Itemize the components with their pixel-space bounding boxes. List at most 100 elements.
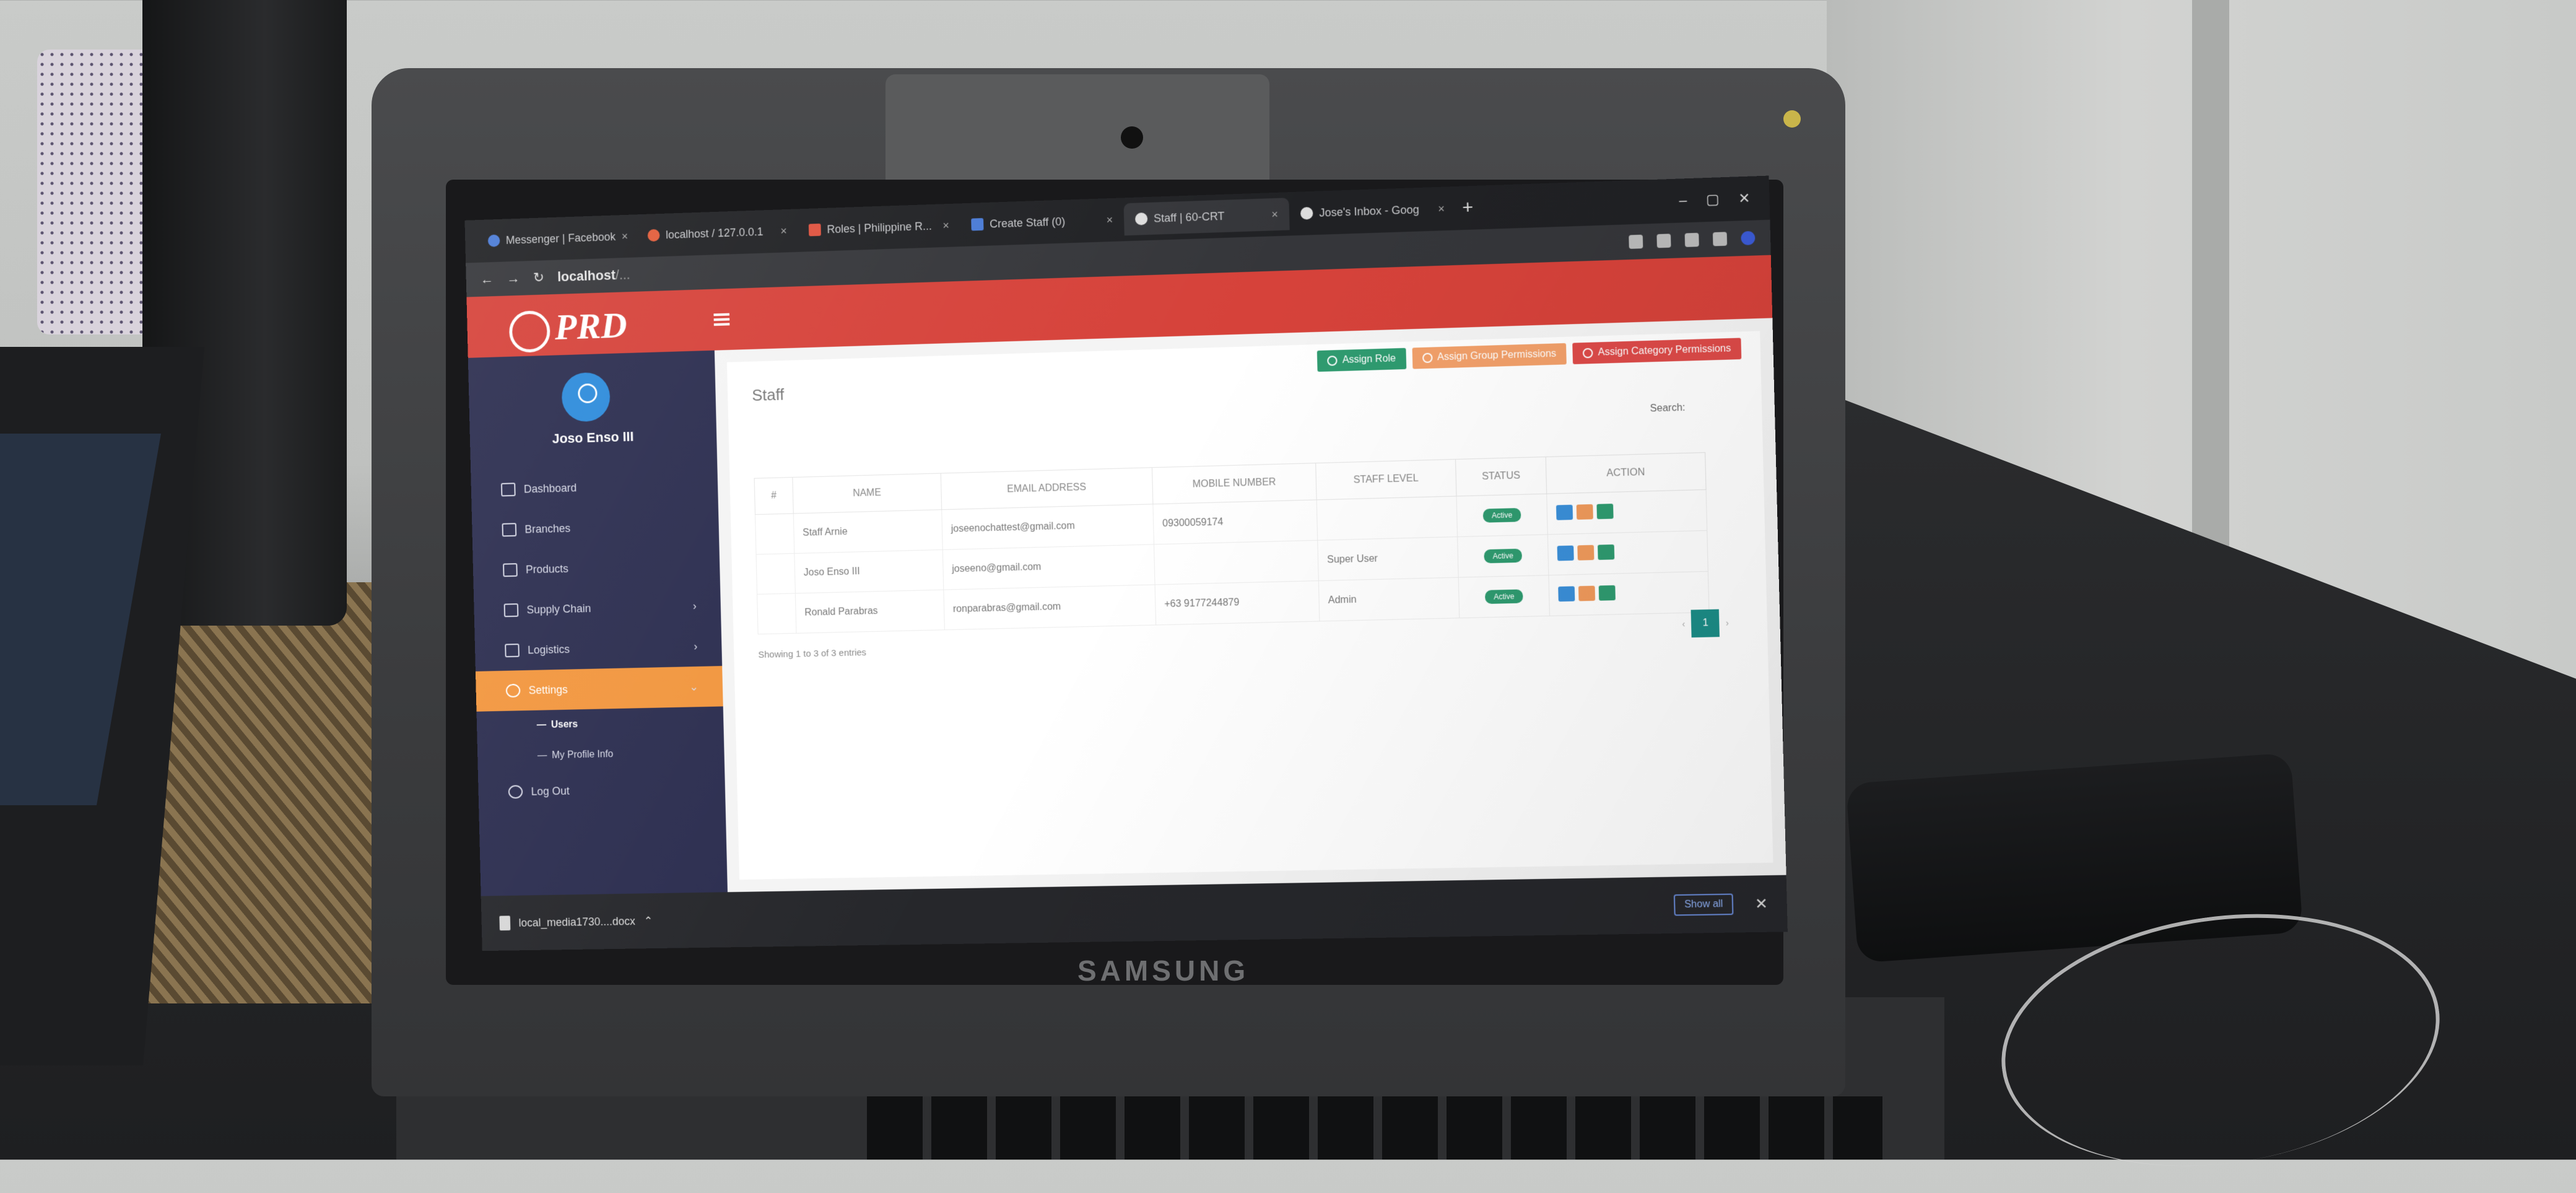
tab-favicon-icon <box>808 223 821 237</box>
minimize-icon[interactable]: – <box>1679 192 1687 209</box>
app-logo[interactable]: PRD <box>508 304 628 354</box>
page-number-button[interactable]: 1 <box>1690 609 1720 638</box>
browser-tab-active[interactable]: Staff | 60-CRT × <box>1123 198 1290 236</box>
lock-icon[interactable] <box>1598 585 1616 601</box>
sidebar-item-supply-chain[interactable]: Supply Chain › <box>474 585 721 631</box>
sidebar-item-label: Products <box>525 562 569 575</box>
assign-category-permissions-button[interactable]: Assign Category Permissions <box>1572 338 1742 365</box>
column-header[interactable]: MOBILE NUMBER <box>1152 463 1317 504</box>
next-page-icon[interactable]: › <box>1726 618 1729 627</box>
column-header[interactable]: NAME <box>792 473 942 514</box>
sidebar-item-label: Logistics <box>527 642 570 656</box>
plus-circle-icon <box>1327 356 1338 366</box>
sidebar-item-logout[interactable]: Log Out <box>478 767 726 813</box>
column-header[interactable]: # <box>754 477 794 515</box>
plus-circle-icon <box>1422 352 1433 364</box>
lock-icon[interactable] <box>1596 503 1614 519</box>
sidebar-item-label: Branches <box>524 522 571 536</box>
maximize-icon[interactable]: ▢ <box>1706 191 1720 208</box>
sidebar-item-products[interactable]: Products <box>472 544 720 591</box>
sidebar-item-label: Settings <box>528 683 568 696</box>
search-label: Search: <box>1650 402 1686 414</box>
browser-tab[interactable]: localhost / 127.0.0.1 × <box>637 214 798 251</box>
star-icon[interactable] <box>1656 234 1671 248</box>
document-icon <box>499 916 511 931</box>
keyboard <box>867 1096 1882 1160</box>
row-number <box>755 513 794 555</box>
close-icon[interactable]: × <box>942 219 949 232</box>
sidebar-icon[interactable] <box>1712 232 1728 247</box>
chevron-right-icon: › <box>694 639 698 652</box>
tab-favicon-icon <box>1134 212 1148 225</box>
profile-icon[interactable] <box>1741 230 1756 245</box>
tab-label: Roles | Philippine R... <box>827 219 933 235</box>
hamburger-icon[interactable] <box>713 313 730 326</box>
logo-emblem-icon <box>508 310 551 354</box>
view-icon[interactable] <box>1558 585 1575 601</box>
staff-mobile: 09300059174 <box>1152 499 1318 544</box>
sidebar-item-label: Log Out <box>531 784 570 798</box>
share-icon[interactable] <box>1629 234 1643 249</box>
close-icon[interactable]: × <box>1271 208 1278 221</box>
laptop-screen: Messenger | Facebook × localhost / 127.0.… <box>464 175 1788 951</box>
row-number <box>757 593 796 634</box>
entries-info: Showing 1 to 3 of 3 entries <box>758 647 867 660</box>
close-icon[interactable]: × <box>1438 202 1445 216</box>
close-icon[interactable]: × <box>1106 213 1113 226</box>
staff-email: joseeno@gmail.com <box>942 544 1155 590</box>
webcam-icon <box>1121 126 1143 149</box>
sidebar-item-settings[interactable]: Settings ⌄ <box>475 666 723 712</box>
sidebar-item-dashboard[interactable]: Dashboard <box>471 464 718 511</box>
close-icon[interactable]: × <box>622 230 629 243</box>
browser-tab[interactable]: Roles | Philippine R... × <box>798 209 961 246</box>
staff-table: # NAME EMAIL ADDRESS MOBILE NUMBER STAFF… <box>754 452 1710 634</box>
close-window-icon[interactable]: ✕ <box>1738 190 1751 207</box>
main-content: Staff Assign Role Assign Group Permissio… <box>726 331 1773 880</box>
show-all-button[interactable]: Show all <box>1674 893 1734 916</box>
sidebar-menu: Dashboard Branches Products Supply Chain… <box>471 464 726 813</box>
column-header[interactable]: STAFF LEVEL <box>1315 459 1456 500</box>
forward-icon[interactable]: → <box>507 270 520 286</box>
view-icon[interactable] <box>1556 504 1573 520</box>
view-icon[interactable] <box>1557 545 1574 561</box>
browser-tab[interactable]: Jose's Inbox - Goog × <box>1289 192 1456 230</box>
reload-icon[interactable]: ↻ <box>533 269 544 286</box>
assign-role-button[interactable]: Assign Role <box>1316 347 1406 372</box>
sidebar-item-label: Supply Chain <box>526 601 591 616</box>
gear-icon <box>505 683 521 698</box>
browser-tab[interactable]: Create Staff (0) × <box>960 203 1125 241</box>
column-header[interactable]: STATUS <box>1455 457 1547 497</box>
close-icon[interactable]: ✕ <box>1755 894 1769 913</box>
edit-icon[interactable] <box>1578 585 1596 601</box>
browser-tab[interactable]: Messenger | Facebook × <box>477 220 637 257</box>
submenu-item-profile[interactable]: — My Profile Info <box>477 737 724 772</box>
column-header[interactable]: EMAIL ADDRESS <box>941 467 1153 510</box>
page-title: Staff <box>751 385 785 404</box>
back-icon[interactable]: ← <box>481 271 494 287</box>
sidebar-item-logistics[interactable]: Logistics › <box>474 626 722 671</box>
previous-page-icon[interactable]: ‹ <box>1682 619 1685 629</box>
tab-label: Staff | 60-CRT <box>1153 209 1225 225</box>
close-icon[interactable]: × <box>780 224 787 237</box>
staff-name: Joso Enso III <box>794 549 944 593</box>
download-file-name[interactable]: local_media1730....docx <box>518 915 635 930</box>
column-header: ACTION <box>1546 452 1707 494</box>
status-cell: Active <box>1458 575 1550 618</box>
staff-email: joseenochattest@gmail.com <box>941 504 1154 550</box>
status-badge: Active <box>1482 508 1521 523</box>
toolbar-icons <box>1629 230 1756 249</box>
staff-level: Super User <box>1317 536 1459 581</box>
status-badge: Active <box>1483 548 1523 564</box>
staff-email: ronparabras@gmail.com <box>943 584 1156 630</box>
plus-circle-icon <box>1582 347 1593 359</box>
chevron-up-icon[interactable]: ⌃ <box>643 914 653 927</box>
assign-group-permissions-button[interactable]: Assign Group Permissions <box>1412 343 1567 369</box>
url-field[interactable]: localhost/... <box>557 267 630 285</box>
submenu-item-users[interactable]: — Users <box>477 706 724 742</box>
edit-icon[interactable] <box>1577 544 1595 561</box>
sidebar-item-branches[interactable]: Branches <box>472 504 720 551</box>
edit-icon[interactable] <box>1576 504 1593 520</box>
extension-icon[interactable] <box>1684 232 1699 247</box>
lock-icon[interactable] <box>1598 544 1615 560</box>
new-tab-button[interactable]: + <box>1462 197 1474 219</box>
